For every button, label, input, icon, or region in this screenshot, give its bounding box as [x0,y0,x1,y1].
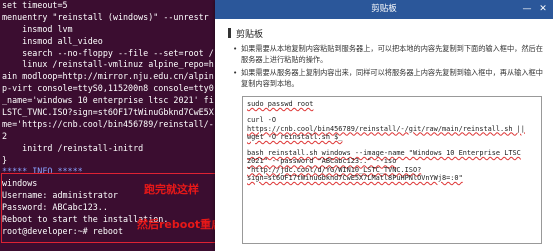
highlight-box [1,173,241,243]
instruction-item: 如果需要从本地复制内容粘贴到服务器上，可以把本地的内容先复制到下面的输入框中，然… [233,44,547,65]
clipboard-line [247,141,537,149]
instruction-list: 如果需要从本地复制内容粘贴到服务器上，可以把本地的内容先复制到下面的输入框中，然… [233,44,547,92]
minimize-icon[interactable]: — [519,0,535,19]
dialog-titlebar[interactable]: 剪贴板 — ✕ [215,0,553,19]
dialog-title: 剪贴板 [371,4,397,14]
clipboard-line: sudo passwd root [247,100,314,108]
clipboard-line: sign=st6OF17tWinuGbknd7CwE5X7LMatl8PuHPN… [247,173,463,182]
clipboard-line: https://cnb.cool/bin456789/reinstall/-/g… [247,124,525,133]
clipboard-line: curl -O [247,116,277,125]
close-icon[interactable]: ✕ [535,0,551,19]
heading-bar-icon [228,28,231,38]
clipboard-line: wget -O reinstall.sh $_ [247,132,343,141]
clipboard-line: 2021" --password "ABCabc123.." --iso [247,157,397,166]
clipboard-textarea[interactable]: sudo passwd root curl -O https://cnb.cool/… [242,96,542,244]
clipboard-line: bash reinstall.sh windows --image-name "… [247,149,521,158]
annotation-success: 跑完就这样 [144,183,199,196]
clipboard-line: "http://jdc.cool/d/YG/WIN10_LSTC_TVNC.IS… [247,165,422,174]
dialog-heading: 剪贴板 [228,27,263,40]
clipboard-line [247,108,537,116]
instruction-item: 如果需要从服务器上复制内容出来，同样可以将服务器上内容先复制到输入框中，再从输入… [233,68,547,89]
dialog-heading-text: 剪贴板 [236,30,264,40]
clipboard-dialog: 剪贴板 — ✕ 剪贴板 如果需要从本地复制内容粘贴到服务器上，可以把本地的内容先… [215,0,553,251]
annotation-reboot: 然后reboot重启 [137,218,223,231]
